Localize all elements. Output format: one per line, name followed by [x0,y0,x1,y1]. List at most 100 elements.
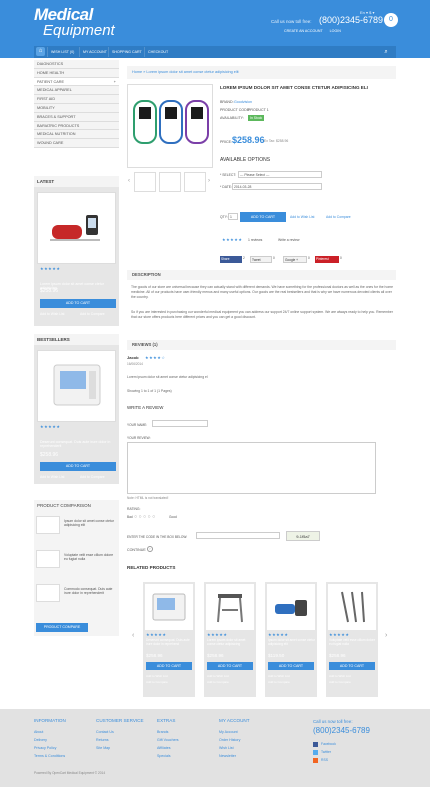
rating-radios[interactable]: ○○○○○ [134,514,157,520]
bestseller-wishlist-link[interactable]: Add to Wish List [40,475,65,479]
related-wishlist-link[interactable]: Add to Wish List [146,674,168,678]
thumb-next-icon[interactable]: › [208,178,210,184]
home-icon[interactable]: ⌂ [36,47,45,56]
footer-link[interactable]: Wish List [219,744,240,752]
footer-link[interactable]: Specials [157,752,179,760]
thumbnail-2[interactable] [159,172,181,192]
bestseller-compare-link[interactable]: Add to Compare [80,475,105,479]
compare-item-name[interactable]: Ipsum dolor sit amet conse ctetur adipis… [64,519,116,527]
footer-link[interactable]: My Account [219,728,240,736]
captcha-input[interactable] [196,532,280,539]
twitter-icon[interactable] [313,750,318,755]
footer-link[interactable]: Order History [219,736,240,744]
related-add-to-cart-button[interactable]: ADD TO CART [329,662,375,670]
facebook-share-button[interactable]: Share [220,256,242,263]
related-product-name[interactable]: Ipsum dolor sit amet conse ctetur adipis… [268,638,315,646]
compare-thumb-1[interactable] [36,516,60,534]
related-wishlist-link[interactable]: Add to Wish List [268,674,290,678]
product-main-image[interactable] [127,84,213,168]
thumb-prev-icon[interactable]: ‹ [128,178,130,184]
brand-link[interactable]: Goodvision [234,100,252,104]
add-to-wishlist-link[interactable]: Add to Wish List [290,215,315,219]
review-textarea[interactable] [127,442,376,494]
compare-item-name[interactable]: Voluptate velit esse cillum dolore eu fu… [64,553,116,561]
thumbnail-1[interactable] [134,172,156,192]
related-compare-link[interactable]: Add to Compare [329,680,351,684]
bestseller-product-image[interactable] [37,350,116,422]
latest-add-to-cart-button[interactable]: ADD TO CART [40,299,116,308]
related-add-to-cart-button[interactable]: ADD TO CART [207,662,253,670]
footer-link[interactable]: Site Map [96,744,114,752]
facebook-icon[interactable] [313,742,318,747]
product-compare-button[interactable]: PRODUCT COMPARE [36,623,88,632]
latest-wishlist-link[interactable]: Add to Wish List [40,312,65,316]
add-to-compare-link[interactable]: Add to Compare [326,215,351,219]
twitter-link[interactable]: Twitter [321,750,331,754]
continue-arrow-icon[interactable]: › [147,546,153,552]
related-product-image[interactable] [145,584,193,630]
related-product-name[interactable]: Lorem ipsum dolor sit amet conse ctetur … [207,638,254,646]
related-product-image[interactable] [267,584,315,630]
footer-link[interactable]: Contact Us [96,728,114,736]
footer-link[interactable]: Gift Vouchers [157,736,179,744]
create-account-link[interactable]: CREATE AN ACCOUNT [284,29,323,33]
footer-link[interactable]: Newsletter [219,752,240,760]
reviews-link[interactable]: 1 reviews [248,238,262,242]
related-product-name[interactable]: Deserunt consequat. Duis aute irure dolo… [146,638,193,646]
thumbnail-3[interactable] [184,172,206,192]
nav-checkout[interactable]: CHECKOUT [144,47,171,57]
continue-button[interactable]: CONTINUE [127,548,146,552]
related-wishlist-link[interactable]: Add to Wish List [329,674,351,678]
write-review-link[interactable]: Write a review [278,238,299,242]
date-input[interactable]: 2014-03-28 [232,183,322,190]
description-tab[interactable]: DESCRIPTION [127,270,396,280]
related-compare-link[interactable]: Add to Compare [268,680,290,684]
related-prev-icon[interactable]: ‹ [132,632,134,639]
category-item[interactable]: MEDICAL APPAREL [34,86,119,96]
cart-count-badge[interactable]: 0 [384,13,398,27]
related-wishlist-link[interactable]: Add to Wish List [207,674,229,678]
compare-item-name[interactable]: Commodo consequat. Duis aute irure dolor… [64,587,116,595]
nav-my-account[interactable]: MY ACCOUNT [79,47,110,57]
category-item[interactable]: HOME HEALTH [34,68,119,78]
footer-link[interactable]: Returns [96,736,114,744]
related-product-image[interactable] [328,584,376,630]
related-add-to-cart-button[interactable]: ADD TO CART [146,662,192,670]
tweet-button[interactable]: Tweet [250,256,272,263]
latest-product-image[interactable] [37,192,116,264]
breadcrumb-current[interactable]: Lorem ipsum dolor sit amet conse ctetur … [146,70,238,74]
compare-thumb-2[interactable] [36,550,60,568]
logo-line2[interactable]: Equipment [43,22,115,39]
footer-link[interactable]: Delivery [34,736,65,744]
footer-link[interactable]: Privacy Policy [34,744,65,752]
footer-link[interactable]: About [34,728,65,736]
category-item[interactable]: FIRST AID [34,95,119,104]
option-select[interactable]: --- Please Select --- [238,171,322,178]
footer-link[interactable]: Terms & Conditions [34,752,65,760]
latest-compare-link[interactable]: Add to Compare [80,312,105,316]
footer-link[interactable]: Brands [157,728,179,736]
rss-icon[interactable] [313,758,318,763]
category-item[interactable]: MOBILITY [34,103,119,113]
category-item[interactable]: PATIENT CARE + [34,77,119,87]
bestseller-add-to-cart-button[interactable]: ADD TO CART [40,462,116,471]
search-icon[interactable]: ⌕ [380,47,392,57]
related-compare-link[interactable]: Add to Compare [207,680,229,684]
category-item[interactable]: WOUND CARE [34,139,119,148]
reviews-tab[interactable]: REVIEWS (1) [127,340,396,350]
breadcrumb-home[interactable]: Home [132,70,142,74]
related-next-icon[interactable]: › [385,632,387,639]
google-plus-button[interactable]: Google + [283,256,307,263]
pinterest-button[interactable]: Pinterest [315,256,339,263]
category-item[interactable]: DIAGNOSTICS [34,60,119,69]
related-add-to-cart-button[interactable]: ADD TO CART [268,662,314,670]
nav-wishlist[interactable]: WISH LIST (0) [47,47,77,57]
nav-shopping-cart[interactable]: SHOPPING CART [108,47,145,57]
related-product-image[interactable] [206,584,254,630]
facebook-link[interactable]: Facebook [321,742,336,746]
add-to-cart-button[interactable]: ADD TO CART [240,212,286,222]
footer-link[interactable]: Affiliates [157,744,179,752]
review-name-input[interactable] [152,420,208,427]
category-item[interactable]: MEDICAL NUTRITION [34,130,119,140]
login-link[interactable]: LOGIN [330,29,341,33]
